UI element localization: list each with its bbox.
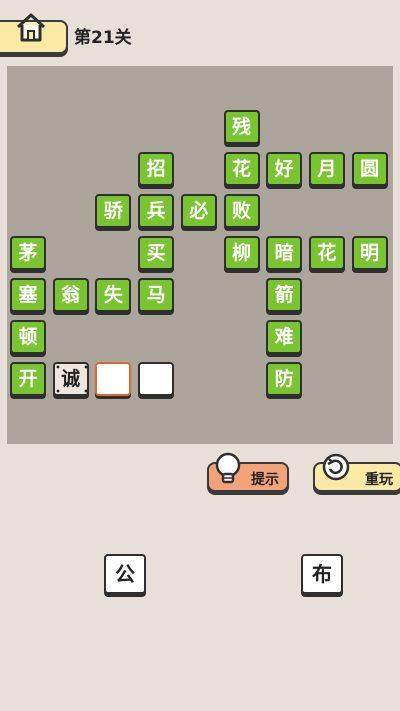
word-tile: 败 [223,194,260,228]
home-icon [16,13,46,42]
hint-label: 提示 [251,472,279,488]
word-tile: 箭 [266,278,303,312]
puzzle-board: 残招花好月圆骄兵必败茅买柳暗花明塞翁失马箭顿难开诚防 [7,66,393,444]
word-tile: 骄 [95,194,132,228]
word-tile: 翁 [52,278,89,312]
word-tile: 残 [223,110,260,144]
lightbulb-icon [215,452,241,484]
hint-button[interactable]: 提示 [207,452,289,492]
word-tile: 好 [266,152,303,186]
refresh-icon [322,453,350,481]
word-tile: 必 [180,194,217,228]
choice-tile[interactable]: 公 [104,554,146,594]
word-tile: 圆 [351,152,388,186]
reset-label: 重玩 [365,472,393,488]
level-title: 第21关 [74,28,132,48]
word-tile: 花 [308,236,345,270]
word-tile: 买 [138,236,175,270]
choice-tile[interactable]: 布 [301,554,343,594]
word-tile: 暗 [266,236,303,270]
word-tile: 塞 [10,278,46,312]
word-tile: 顿 [10,320,46,354]
answer-slot[interactable] [138,362,175,396]
answer-slot-selected[interactable] [95,362,132,396]
word-tile: 月 [308,152,345,186]
word-tile: 花 [223,152,260,186]
home-button[interactable] [0,13,68,54]
word-tile: 茅 [10,236,46,270]
word-tile: 明 [351,236,388,270]
word-tile: 柳 [223,236,260,270]
word-tile: 开 [10,362,46,396]
word-tile: 招 [138,152,175,186]
word-tile: 防 [266,362,303,396]
word-tile: 难 [266,320,303,354]
reset-button[interactable]: 重玩 [313,453,400,492]
given-tile: 诚 [52,362,89,396]
word-tile: 马 [138,278,175,312]
word-tile: 兵 [138,194,175,228]
word-tile: 失 [95,278,132,312]
